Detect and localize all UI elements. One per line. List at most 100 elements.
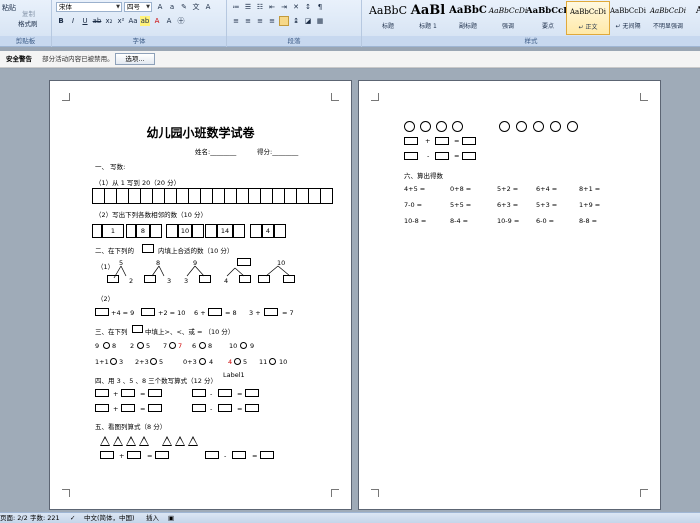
font-name-select[interactable]: 宋体 ▼ <box>56 2 122 12</box>
change-case-icon[interactable]: Aa <box>128 16 138 26</box>
question-2: 二、在下列的 <box>95 247 134 255</box>
security-warning-title: 安全警告 <box>6 55 32 63</box>
underline-icon[interactable]: U <box>80 16 90 26</box>
style-sample: AaBb <box>695 6 700 16</box>
highlight-icon[interactable]: ab <box>140 16 150 26</box>
superscript-icon[interactable]: x² <box>116 16 126 26</box>
page-2[interactable]: + = - = 六、算出得数 4+5 = 0+8 = 5+2 = 6+4 = 8+1 =… <box>358 80 661 510</box>
justify-icon[interactable]: ≡ <box>267 16 277 26</box>
write-cells <box>92 188 333 204</box>
operator: + <box>113 405 119 413</box>
question-2-tail: 内填上合适的数（10 分） <box>158 247 234 255</box>
strikethrough-icon[interactable]: ab <box>92 16 102 26</box>
style-label: 标题 1 <box>419 23 437 30</box>
question-3-tail: 中填上>、<、或 = （10 分） <box>145 328 235 336</box>
word-count[interactable]: 字数: 221 <box>30 513 60 523</box>
subscript-icon[interactable]: x₂ <box>104 16 114 26</box>
equation-text: +2 = 10 <box>158 309 186 317</box>
calc-item: 10-9 = <box>497 217 520 225</box>
tree-top: 5 <box>119 259 124 267</box>
line-spacing-icon[interactable]: ↨ <box>291 16 301 26</box>
decrease-indent-icon[interactable]: ⇤ <box>267 2 277 12</box>
font-name-value: 宋体 <box>59 3 72 11</box>
triangle-icon <box>100 436 110 446</box>
font-size-select[interactable]: 四号 ▼ <box>124 2 152 12</box>
page-1[interactable]: 幼儿园小班数学试卷 姓名:________ 得分:________ 一、 写数:… <box>49 80 352 510</box>
question-4: 四、用 3 、5 、8 三个数写算式（12 分） <box>95 377 218 385</box>
security-warning-message: 部分活动内容已被禁用。 <box>42 55 114 63</box>
style-item[interactable]: AaBbCcDi 不明显强调 <box>646 1 690 35</box>
macro-record-icon[interactable]: ▣ <box>168 513 174 523</box>
operator: = <box>237 405 243 413</box>
char-border-icon[interactable]: A <box>203 2 213 12</box>
chinese-layout-icon[interactable]: ✕ <box>291 2 301 12</box>
sort-icon[interactable]: ↕ <box>303 2 313 12</box>
borders-icon[interactable]: ▦ <box>315 16 325 26</box>
char-shading-icon[interactable]: A <box>164 16 174 26</box>
operator: = <box>252 452 258 460</box>
page-title: 幼儿园小班数学试卷 <box>146 126 255 140</box>
style-item[interactable]: AaBbCcDi ↵ 正文 <box>566 1 610 35</box>
operator: = <box>140 390 146 398</box>
seq-box: 1 <box>102 224 124 238</box>
distributed-icon[interactable] <box>279 16 289 26</box>
enclose-char-icon[interactable]: ㊉ <box>176 16 186 26</box>
document-workspace[interactable]: 幼儿园小班数学试卷 姓名:________ 得分:________ 一、 写数:… <box>0 69 700 512</box>
triangle-icon <box>188 436 198 446</box>
language-indicator[interactable]: 中文(简体，中国) <box>84 513 135 523</box>
page-count[interactable]: 页面: 2/2 <box>0 513 28 523</box>
style-item[interactable]: AaBbCcD 要点 <box>526 1 570 35</box>
phonetic-guide-icon[interactable]: 文 <box>191 2 201 12</box>
style-sample: AaBl <box>410 3 446 18</box>
answer-box <box>148 389 162 397</box>
align-left-icon[interactable]: ≡ <box>231 16 241 26</box>
equation-text: +4 = 9 <box>111 309 135 317</box>
equation-text: = 7 <box>282 309 294 317</box>
style-item[interactable]: AaBbC 标题 <box>366 1 410 35</box>
name-line: 姓名:________ <box>195 148 237 156</box>
seq-box: 10 <box>178 224 192 238</box>
font-color-icon[interactable]: A <box>152 16 162 26</box>
security-options-button[interactable]: 选项... <box>115 53 155 65</box>
answer-box <box>121 404 135 412</box>
style-item[interactable]: AaBl 标题 1 <box>406 1 450 35</box>
seq-box: 8 <box>136 224 150 238</box>
numbering-icon[interactable]: ☰ <box>243 2 253 12</box>
paste-button[interactable]: 粘贴 <box>2 3 16 13</box>
grow-font-icon[interactable]: A <box>155 2 165 12</box>
bullets-icon[interactable]: ≔ <box>231 2 241 12</box>
style-item[interactable]: AaBbC 副标题 <box>446 1 490 35</box>
increase-indent-icon[interactable]: ⇥ <box>279 2 289 12</box>
answer-box <box>245 389 259 397</box>
tree-top: 8 <box>156 259 161 267</box>
calc-item: 7-0 = <box>404 201 423 209</box>
style-label: ↵ 无间隔 <box>615 23 641 30</box>
style-label: 强调 <box>501 23 514 30</box>
copy-button[interactable]: 复制 <box>22 8 35 18</box>
show-marks-icon[interactable]: ¶ <box>315 2 325 12</box>
align-center-icon[interactable]: ≡ <box>243 16 253 26</box>
calc-item: 5+5 = <box>450 201 472 209</box>
style-item[interactable]: AaBb 明显 <box>686 1 700 35</box>
bold-icon[interactable]: B <box>56 16 66 26</box>
style-item[interactable]: AaBbCcDi ↵ 无间隔 <box>606 1 650 35</box>
insert-mode[interactable]: 插入 <box>146 513 159 523</box>
shading-icon[interactable]: ◪ <box>303 16 313 26</box>
calc-item: 4+5 = <box>404 185 426 193</box>
style-sample: AaBbCcDi <box>650 7 686 15</box>
spell-check-icon[interactable]: ✓ <box>70 513 75 523</box>
clear-format-icon[interactable]: ✎ <box>179 2 189 12</box>
shrink-font-icon[interactable]: a <box>167 2 177 12</box>
format-painter-button[interactable]: 格式刷 <box>18 18 38 28</box>
operator: = <box>147 452 153 460</box>
operator: - <box>224 452 227 460</box>
italic-icon[interactable]: I <box>68 16 78 26</box>
calc-item: 8+1 = <box>579 185 601 193</box>
multilevel-list-icon[interactable]: ☷ <box>255 2 265 12</box>
label1-control[interactable]: Label1 <box>223 371 245 379</box>
paragraph-group-label: 段落 <box>227 36 361 46</box>
align-right-icon[interactable]: ≡ <box>255 16 265 26</box>
font-toolbar-row1: A a ✎ 文 A <box>155 2 213 12</box>
question-1-part-1: （1）从 1 写到 20（20 分） <box>95 179 181 187</box>
style-item[interactable]: AaBbCcDi 强调 <box>486 1 530 35</box>
